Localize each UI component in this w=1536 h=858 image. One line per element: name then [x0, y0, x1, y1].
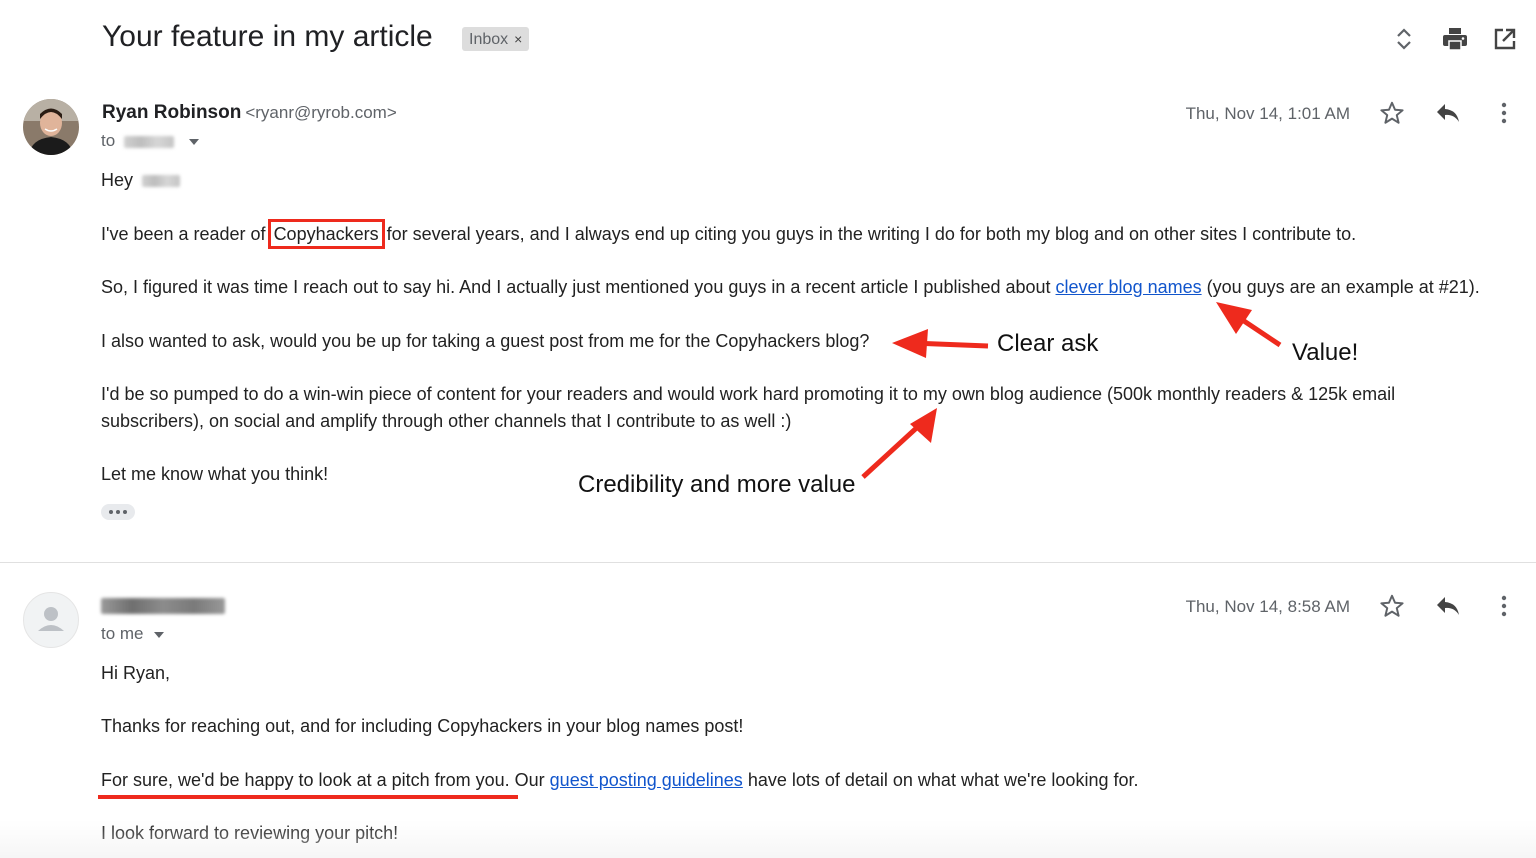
p2-after: have lots of detail on what what we're l… — [742, 770, 1139, 790]
annotation-clear-ask: Clear ask — [997, 330, 1099, 357]
sender-2-name-redacted[interactable] — [101, 597, 225, 615]
annotation-credibility: Credibility and more value — [578, 471, 856, 498]
redacted-sender-name — [101, 597, 225, 614]
recipient-line-2: to me — [101, 624, 164, 644]
clear-ask-arrow — [892, 329, 989, 358]
sender-2-avatar[interactable] — [23, 592, 79, 648]
message-divider — [0, 562, 1536, 563]
annotation-value: Value! — [1292, 339, 1359, 366]
more-options-icon[interactable] — [1489, 591, 1519, 621]
p2-mid: Our — [509, 770, 550, 790]
guest-posting-guidelines-link[interactable]: guest posting guidelines — [550, 770, 743, 790]
reply-greeting: Hi Ryan, — [101, 663, 171, 683]
to-me-text: to me — [101, 624, 144, 643]
reply-paragraph-1: Thanks for reaching out, and for includi… — [101, 716, 744, 736]
reply-paragraph-2: For sure, we'd be happy to look at a pit… — [101, 770, 1138, 791]
star-icon[interactable] — [1377, 591, 1407, 621]
recipient-details-chevron-icon[interactable] — [153, 631, 164, 638]
message-2-date: Thu, Nov 14, 8:58 AM — [1185, 597, 1350, 616]
value-arrow — [1216, 302, 1282, 348]
credibility-arrow — [861, 408, 937, 479]
reply-paragraph-3: I look forward to reviewing your pitch! — [101, 823, 399, 843]
reply-icon[interactable] — [1433, 591, 1463, 621]
pitch-sentence: For sure, we'd be happy to look at a pit… — [101, 770, 510, 790]
